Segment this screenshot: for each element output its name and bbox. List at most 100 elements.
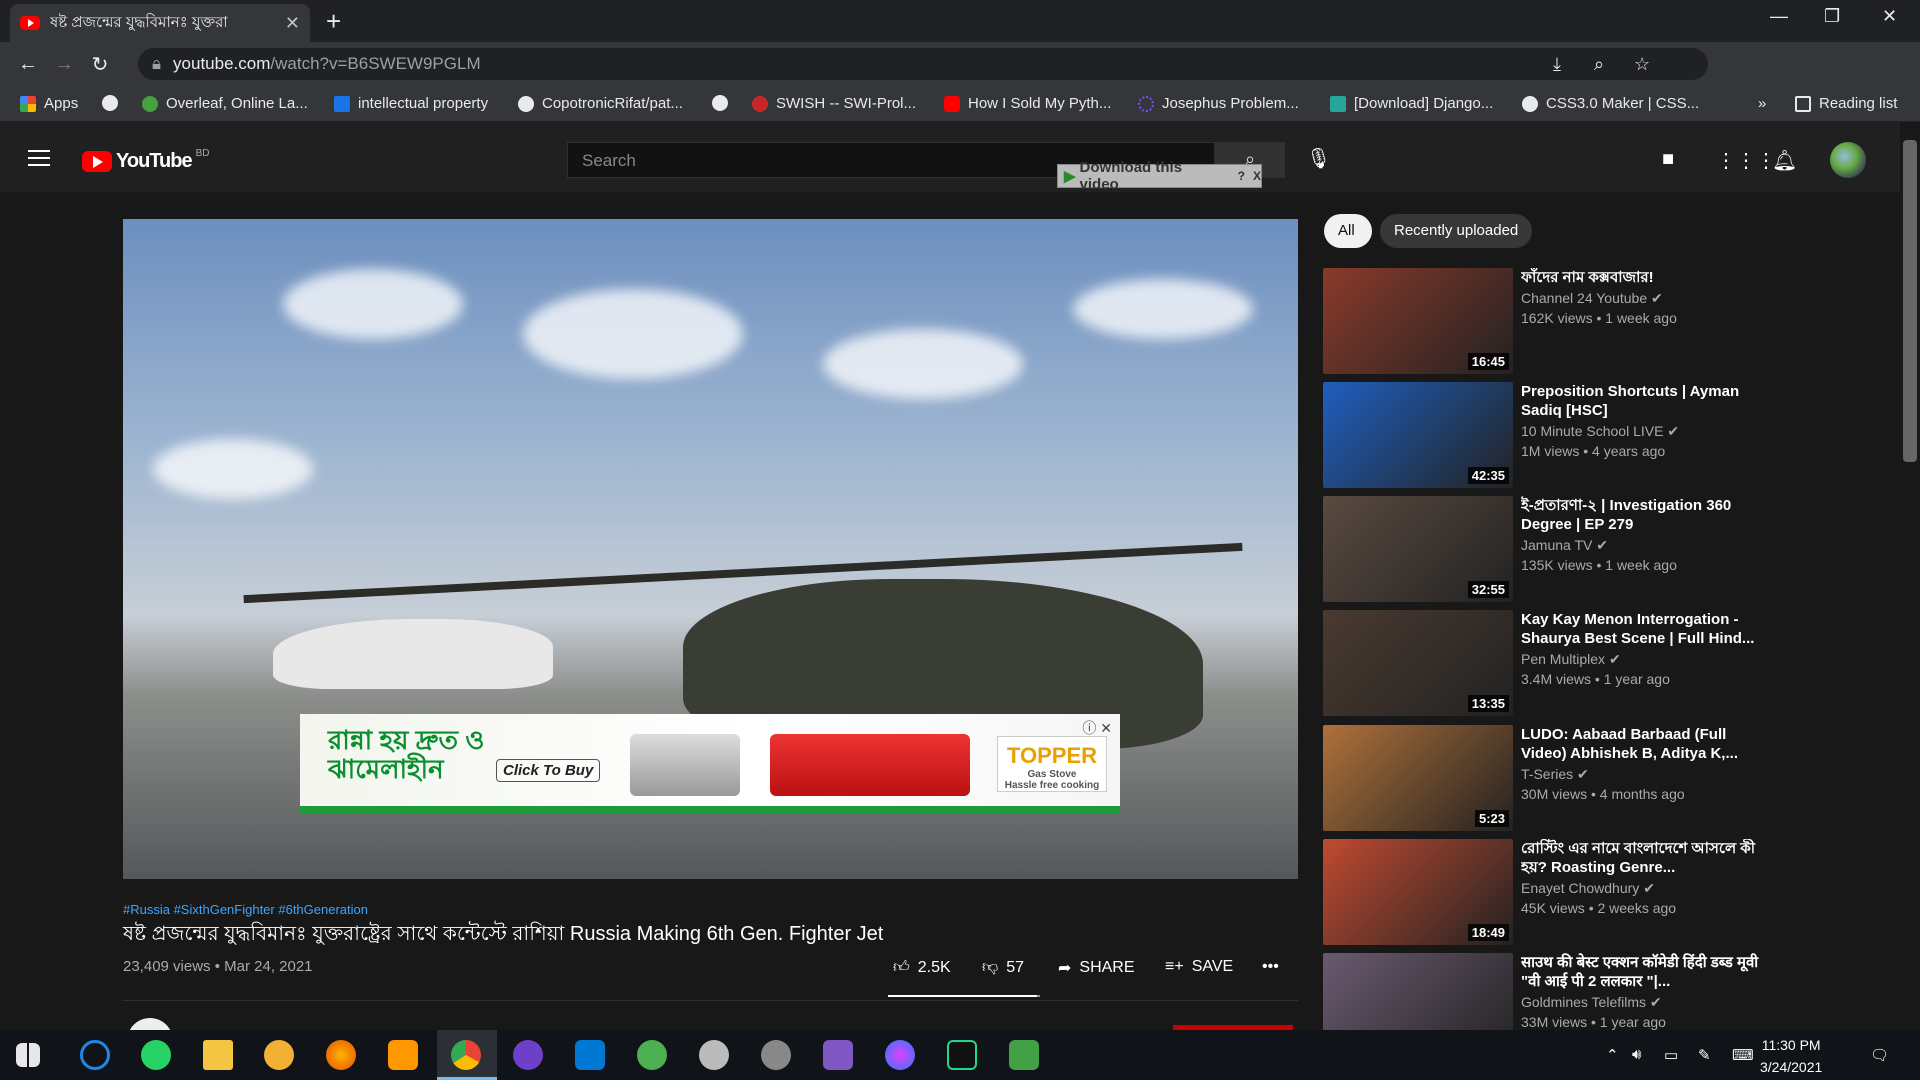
bookmark-django[interactable]: [Download] Django...: [1330, 95, 1493, 112]
volume-icon[interactable]: 🔊︎: [1632, 1046, 1641, 1063]
whatsapp-icon[interactable]: [141, 1040, 171, 1070]
bookmark-josephus[interactable]: Josephus Problem...: [1138, 95, 1299, 112]
channel-name[interactable]: Goldmines Telefilms ✔︎: [1521, 994, 1662, 1011]
chrome-icon[interactable]: [451, 1040, 481, 1070]
minimize-icon[interactable]: —: [1770, 6, 1788, 27]
zoom-icon[interactable]: ⌕: [1594, 54, 1604, 75]
app-icon[interactable]: [637, 1040, 667, 1070]
network-icon[interactable]: ▭: [1664, 1046, 1678, 1064]
recommended-video[interactable]: 42:35 Preposition Shortcuts | Ayman Sadiq…: [1323, 382, 1843, 488]
bookmark-overleaf[interactable]: Overleaf, Online La...: [142, 95, 308, 112]
ad-close-icon[interactable]: ⓘ ✕: [1082, 718, 1112, 738]
bookmark-css3-maker[interactable]: CSS3.0 Maker | CSS...: [1522, 95, 1699, 112]
reload-icon[interactable]: ↻: [82, 52, 118, 77]
bookmark-globe-1[interactable]: [102, 95, 118, 111]
video-title[interactable]: LUDO: Aabaad Barbaad (Full Video) Abhish…: [1521, 725, 1761, 763]
download-video-button[interactable]: ▶ Download this video ? X: [1057, 159, 1262, 193]
video-ad-banner[interactable]: রান্না হয় দ্রুত ও ঝামেলাহীন Click To Bu…: [300, 714, 1120, 814]
more-actions-icon[interactable]: •••: [1262, 958, 1279, 976]
channel-name[interactable]: Enayet Chowdhury ✔︎: [1521, 880, 1655, 897]
share-button[interactable]: ➦ SHARE: [1058, 958, 1135, 978]
video-thumbnail[interactable]: 13:35: [1323, 610, 1513, 716]
download-help-icon[interactable]: ?: [1238, 169, 1245, 183]
back-icon[interactable]: ←: [10, 53, 46, 76]
video-thumbnail[interactable]: 32:55: [1323, 496, 1513, 602]
bookmark-github[interactable]: CopotronicRifat/pat...: [518, 95, 683, 112]
video-title[interactable]: ই-প্রতারণা-২ | Investigation 360 Degree …: [1521, 496, 1761, 534]
account-avatar[interactable]: [1830, 142, 1866, 178]
video-title[interactable]: साउथ की बेस्ट एक्शन कॉमेडी हिंदी डब्ड मू…: [1521, 953, 1761, 991]
bookmark-apps[interactable]: Apps: [20, 95, 78, 112]
install-icon[interactable]: ⤓: [1553, 54, 1561, 75]
video-title[interactable]: Preposition Shortcuts | Ayman Sadiq [HSC…: [1521, 382, 1761, 420]
tray-chevron-icon[interactable]: ⌃: [1606, 1046, 1619, 1064]
channel-name[interactable]: Jamuna TV ✔︎: [1521, 537, 1608, 554]
visual-studio-icon[interactable]: [823, 1040, 853, 1070]
app-icon[interactable]: [264, 1040, 294, 1070]
new-tab-icon[interactable]: +: [326, 6, 341, 37]
create-video-icon[interactable]: ■: [1662, 148, 1674, 171]
recommended-video[interactable]: 32:55 ই-প্রতারণা-২ | Investigation 360 De…: [1323, 496, 1843, 602]
youtube-logo[interactable]: YouTube BD: [82, 148, 209, 173]
app-icon[interactable]: [761, 1040, 791, 1070]
video-thumbnail[interactable]: 42:35: [1323, 382, 1513, 488]
video-title[interactable]: ফাঁদের নাম কক্সবাজার!: [1521, 268, 1761, 287]
chip-all[interactable]: All: [1324, 214, 1372, 248]
restore-icon[interactable]: ❐: [1824, 6, 1840, 27]
recommended-video[interactable]: 18:49 রোস্টিং এর নামে বাংলাদেশে আসলে কী হ…: [1323, 839, 1843, 945]
notifications-bell-icon[interactable]: 🔔︎: [1772, 148, 1797, 173]
channel-name[interactable]: 10 Minute School LIVE ✔︎: [1521, 423, 1679, 440]
messenger-icon[interactable]: [885, 1040, 915, 1070]
microphone-icon[interactable]: 🎙︎: [1306, 146, 1331, 171]
channel-name[interactable]: Pen Multiplex ✔︎: [1521, 651, 1621, 668]
system-clock[interactable]: 11:30 PM 3/24/2021: [1760, 1034, 1822, 1078]
swish-icon: [752, 95, 768, 112]
video-thumbnail[interactable]: 16:45: [1323, 268, 1513, 374]
chip-recently-uploaded[interactable]: Recently uploaded: [1380, 214, 1533, 248]
video-player[interactable]: রান্না হয় দ্রুত ও ঝামেলাহীন Click To Bu…: [123, 219, 1298, 879]
firefox-icon[interactable]: [326, 1040, 356, 1070]
menu-icon[interactable]: [28, 150, 50, 171]
recommended-video[interactable]: 13:35 Kay Kay Menon Interrogation - Shaur…: [1323, 610, 1843, 716]
notifications-icon[interactable]: 🗨︎: [1870, 1046, 1889, 1064]
close-tab-icon[interactable]: ✕: [285, 13, 300, 34]
video-title[interactable]: Kay Kay Menon Interrogation - Shaurya Be…: [1521, 610, 1761, 648]
recommended-video[interactable]: 5:23 LUDO: Aabaad Barbaad (Full Video) Ab…: [1323, 725, 1843, 831]
pen-icon[interactable]: ✎: [1698, 1046, 1711, 1064]
scrollbar-thumb[interactable]: [1903, 140, 1917, 462]
file-explorer-icon[interactable]: [203, 1040, 233, 1070]
bookmarks-overflow[interactable]: »: [1758, 95, 1766, 112]
reading-list[interactable]: Reading list: [1795, 95, 1897, 112]
forward-icon[interactable]: →: [46, 53, 82, 76]
video-thumbnail[interactable]: 5:23: [1323, 725, 1513, 831]
video-thumbnail[interactable]: 18:49: [1323, 839, 1513, 945]
github-desktop-icon[interactable]: [513, 1040, 543, 1070]
star-icon[interactable]: ☆: [1634, 54, 1650, 75]
vscode-icon[interactable]: [575, 1040, 605, 1070]
app-icon[interactable]: [388, 1040, 418, 1070]
dislike-button[interactable]: 👎︎ 57: [982, 958, 1024, 977]
address-bar[interactable]: 🔒︎ youtube.com/watch?v=B6SWEW9PGLM ⤓ ⌕ ☆: [138, 48, 1708, 80]
bookmark-globe-2[interactable]: [712, 95, 728, 111]
close-window-icon[interactable]: ✕: [1882, 6, 1897, 27]
like-button[interactable]: 👍︎ 2.5K: [893, 958, 951, 977]
keyboard-icon[interactable]: ⌨: [1732, 1046, 1754, 1064]
app-icon[interactable]: [80, 1040, 110, 1070]
ad-click-to-buy[interactable]: Click To Buy: [496, 759, 601, 782]
video-hashtags[interactable]: #Russia #SixthGenFighter #6thGeneration: [123, 902, 368, 917]
download-close-icon[interactable]: X: [1253, 169, 1261, 183]
windows-start-icon[interactable]: [16, 1043, 40, 1067]
app-icon[interactable]: [1009, 1040, 1039, 1070]
bookmark-swish[interactable]: SWISH -- SWI-Prol...: [752, 95, 916, 112]
channel-name[interactable]: Channel 24 Youtube ✔︎: [1521, 290, 1663, 307]
bookmark-youtube-video[interactable]: How I Sold My Pyth...: [944, 95, 1111, 112]
browser-tab[interactable]: ষষ্ট প্রজন্মের যুদ্ধবিমানঃ যুক্তরা ✕: [10, 4, 310, 42]
save-button[interactable]: ≡+ SAVE: [1165, 958, 1233, 976]
recommended-video[interactable]: 16:45 ফাঁদের নাম কক্সবাজার! Channel 24 You…: [1323, 268, 1843, 374]
bookmark-intellectual-property[interactable]: intellectual property: [334, 95, 488, 112]
app-icon[interactable]: [699, 1040, 729, 1070]
video-title[interactable]: রোস্টিং এর নামে বাংলাদেশে আসলে কী হয়? R…: [1521, 839, 1761, 877]
apps-grid-icon[interactable]: ⋮⋮⋮: [1716, 148, 1776, 173]
channel-name[interactable]: T-Series ✔︎: [1521, 766, 1589, 783]
pycharm-icon[interactable]: [947, 1040, 977, 1070]
